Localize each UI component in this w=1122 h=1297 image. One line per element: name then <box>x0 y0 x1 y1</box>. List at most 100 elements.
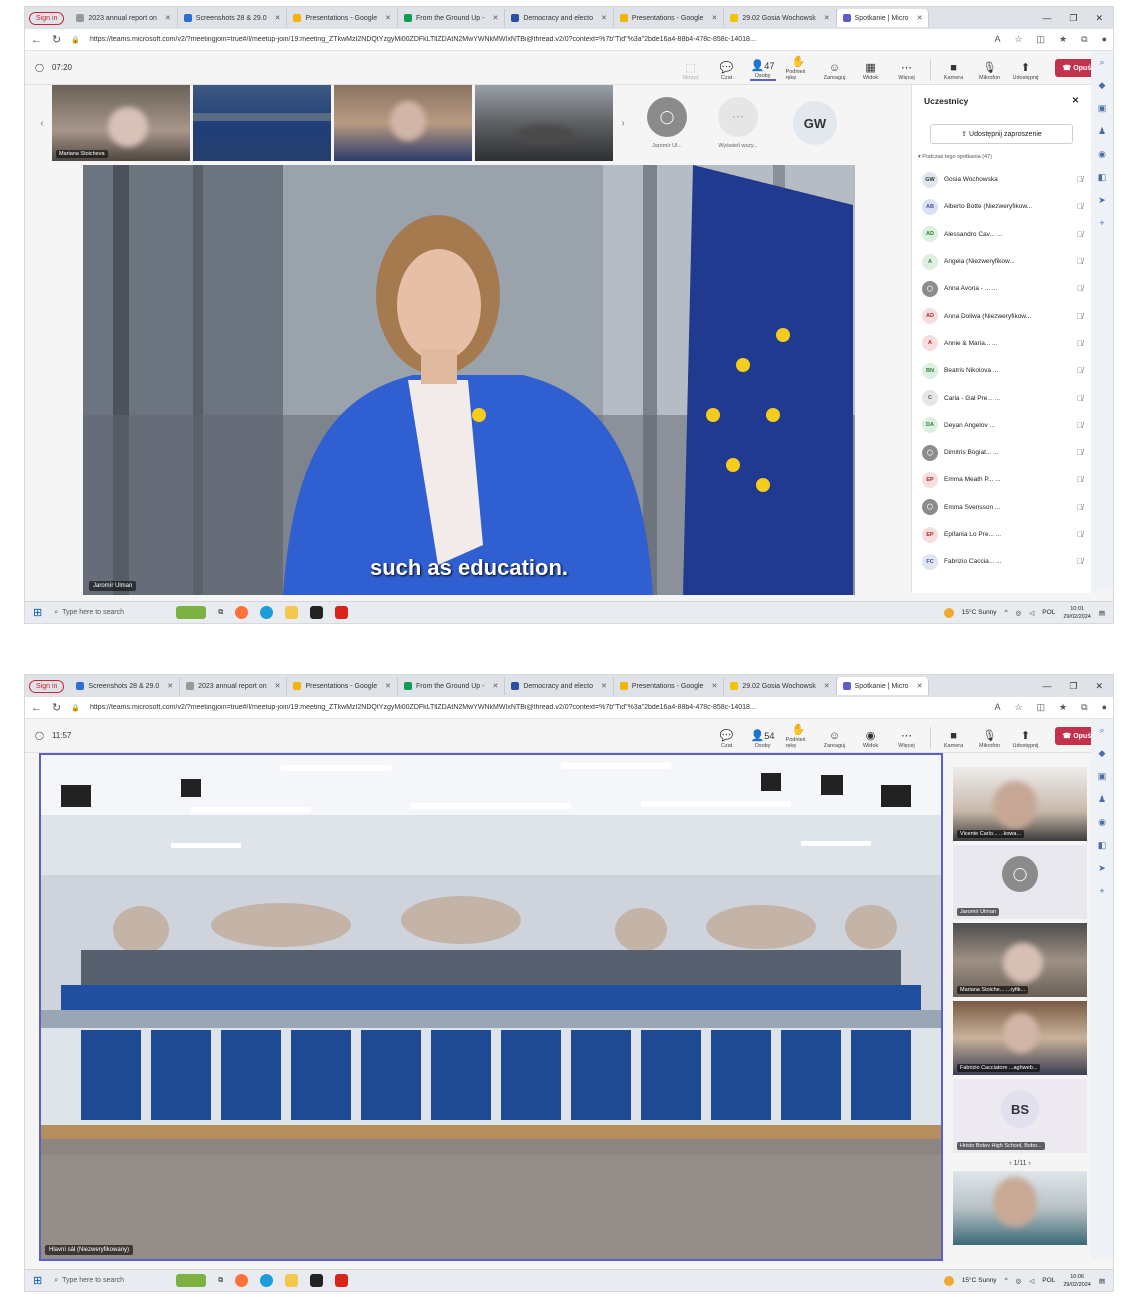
signin-button[interactable]: Sign in <box>29 679 65 693</box>
weather-label[interactable]: 15°C Sunny <box>962 1277 997 1284</box>
close-icon[interactable]: ✕ <box>601 682 607 690</box>
firefox-icon[interactable] <box>235 606 249 619</box>
read-aloud-icon[interactable]: A <box>994 702 1000 713</box>
back-icon[interactable]: ← <box>31 702 42 714</box>
notes-icon[interactable] <box>310 1274 324 1287</box>
language-indicator[interactable]: POL <box>1042 609 1055 616</box>
search-icon[interactable]: ⌕ <box>1099 57 1104 68</box>
video-tile[interactable] <box>475 85 613 161</box>
browser-tab-active[interactable]: Spotkanie | Micro ✕ <box>836 9 930 27</box>
outlook-icon[interactable]: ◧ <box>1098 840 1107 851</box>
split-screen-icon[interactable]: ◫ <box>1037 702 1046 713</box>
tray-chevron-icon[interactable]: ^ <box>1005 609 1008 616</box>
browser-tab[interactable]: Presentations - Google ✕ <box>287 9 398 27</box>
browser-tab[interactable]: From the Ground Up - ✕ <box>398 9 506 27</box>
close-icon[interactable]: ✕ <box>824 14 830 22</box>
extensions-icon[interactable]: ⧉ <box>1081 34 1087 45</box>
clock[interactable]: 10:06 29/02/2024 <box>1063 1273 1091 1289</box>
participant-row[interactable]: A Annie & Maria... ... 🎙̸ <box>912 330 1091 357</box>
signin-button[interactable]: Sign in <box>29 11 65 25</box>
games-icon[interactable]: ♟ <box>1098 126 1106 137</box>
weather-label[interactable]: 15°C Sunny <box>962 609 997 616</box>
avatar-tile[interactable]: ◯ Jaromír Ul... <box>633 85 701 161</box>
network-icon[interactable]: ◎ <box>1016 609 1022 617</box>
notification-icon[interactable]: ▤ <box>1099 1277 1105 1285</box>
close-icon[interactable]: ✕ <box>275 682 281 690</box>
profile-icon[interactable]: ● <box>1102 702 1107 713</box>
close-window-icon[interactable]: ✕ <box>1095 681 1103 692</box>
video-tile[interactable] <box>953 1171 1087 1245</box>
close-icon[interactable]: ✕ <box>917 14 923 22</box>
participant-row[interactable]: AD Alessandro Cav... ... 🎙̸ <box>912 221 1091 248</box>
notification-icon[interactable]: ▤ <box>1099 609 1105 617</box>
browser-tab[interactable]: Presentations - Google ✕ <box>614 677 725 695</box>
participant-row[interactable]: FC Fabrizio Caccia... ... 🎙̸ <box>912 548 1091 575</box>
close-icon[interactable]: ✕ <box>385 14 391 22</box>
close-icon[interactable]: ✕ <box>492 682 498 690</box>
camera-button[interactable]: ■ Kamera <box>941 61 967 81</box>
participant-row[interactable]: BN Beatris Nikolova ... 🎙̸ <box>912 357 1091 384</box>
video-tile[interactable]: Fabrizio Cacciatore ...aghweb... <box>953 1001 1087 1075</box>
participants-group-toggle[interactable]: ▾ Podczas tego spotkania (47) <box>912 154 1091 166</box>
browser-tab[interactable]: From the Ground Up - ✕ <box>398 677 506 695</box>
share-invite-button[interactable]: ⇪ Udostępnij zaproszenie <box>930 124 1073 144</box>
close-window-icon[interactable]: ✕ <box>1095 13 1103 24</box>
share-tray-button[interactable]: ⬚ Skrzyż <box>678 61 704 81</box>
volume-icon[interactable]: ◁ <box>1029 609 1034 617</box>
share-button[interactable]: ⬆ Udostępnij <box>1013 61 1039 81</box>
video-tile[interactable]: Mariana Stoiche... ...ryfik... <box>953 923 1087 997</box>
acrobat-icon[interactable] <box>335 606 349 619</box>
notes-icon[interactable] <box>310 606 324 619</box>
favorites-icon[interactable]: ★ <box>1059 34 1067 45</box>
minimize-icon[interactable]: — <box>1042 13 1051 24</box>
close-icon[interactable]: ✕ <box>711 14 717 22</box>
browser-tab[interactable]: Democracy and electo ✕ <box>505 9 614 27</box>
refresh-icon[interactable]: ↻ <box>52 33 61 46</box>
edge-icon[interactable] <box>260 1274 274 1287</box>
avatar-tile[interactable]: ◯ Jaromír Ulman <box>953 845 1087 919</box>
participant-row[interactable]: A Angela (Niezweryfikow... 🎙̸ <box>912 248 1091 275</box>
browser-tab[interactable]: 29.02 Gosia Wochowsk ✕ <box>724 677 837 695</box>
plus-icon[interactable]: + <box>1099 886 1104 896</box>
participant-row[interactable]: AB Alberto Botte (Niezweryfikow... 🎙̸ <box>912 193 1091 220</box>
close-icon[interactable]: ✕ <box>275 14 281 22</box>
split-screen-icon[interactable]: ◫ <box>1037 34 1046 45</box>
close-icon[interactable]: ✕ <box>917 682 923 690</box>
participant-row[interactable]: AD Anna Doliwa (Niezweryfikow... 🎙̸ <box>912 302 1091 329</box>
minimize-icon[interactable]: — <box>1042 681 1051 692</box>
task-view-icon[interactable]: ⧉ <box>218 1277 223 1285</box>
favorite-icon[interactable]: ☆ <box>1014 34 1022 45</box>
profile-icon[interactable]: ● <box>1102 34 1107 45</box>
mic-button[interactable]: 🎙 Mikrofon <box>977 61 1003 81</box>
participant-row[interactable]: GW Gosia Wochowska 🎙̸ <box>912 166 1091 193</box>
office-icon[interactable]: ◉ <box>1098 149 1106 160</box>
video-tile[interactable] <box>193 85 331 161</box>
close-icon[interactable]: ✕ <box>385 682 391 690</box>
chevron-right-icon[interactable]: › <box>1027 1160 1030 1167</box>
plus-icon[interactable]: + <box>1099 218 1104 228</box>
close-icon[interactable]: ✕ <box>167 682 173 690</box>
participant-row[interactable]: EP Epifania Lo Pre... ... 🎙̸ <box>912 521 1091 548</box>
video-tile[interactable]: Vicente Carlo... ...kowa... <box>953 767 1087 841</box>
extensions-icon[interactable]: ⧉ <box>1081 702 1087 713</box>
toolbox-icon[interactable]: ▣ <box>1098 771 1107 782</box>
restore-icon[interactable]: ❐ <box>1069 13 1077 24</box>
url-field[interactable]: https://teams.microsoft.com/v2/?meetingj… <box>90 36 985 43</box>
participant-row[interactable]: DA Deyan Angelov ... 🎙̸ <box>912 412 1091 439</box>
view-button[interactable]: ◉ Widok <box>858 729 884 749</box>
tag-icon[interactable]: ◆ <box>1099 80 1106 91</box>
raise-hand-button[interactable]: ✋ Podnieś rękę <box>786 723 812 749</box>
close-icon[interactable]: ✕ <box>601 14 607 22</box>
refresh-icon[interactable]: ↻ <box>52 701 61 714</box>
url-field[interactable]: https://teams.microsoft.com/v2/?meetingj… <box>90 704 985 711</box>
search-icon[interactable]: ⌕ <box>1099 725 1104 736</box>
browser-tab[interactable]: 2023 annual report on ✕ <box>180 677 288 695</box>
browser-tab[interactable]: 29.02 Gosia Wochowsk ✕ <box>724 9 837 27</box>
send-icon[interactable]: ➤ <box>1098 195 1106 206</box>
language-indicator[interactable]: POL <box>1042 1277 1055 1284</box>
restore-icon[interactable]: ❐ <box>1069 681 1077 692</box>
task-view-icon[interactable]: ⧉ <box>218 609 223 617</box>
close-icon[interactable]: ✕ <box>492 14 498 22</box>
share-button[interactable]: ⬆ Udostępnij <box>1013 729 1039 749</box>
view-all-tile[interactable]: ⋯ Wyświetl wszy... <box>704 85 772 161</box>
